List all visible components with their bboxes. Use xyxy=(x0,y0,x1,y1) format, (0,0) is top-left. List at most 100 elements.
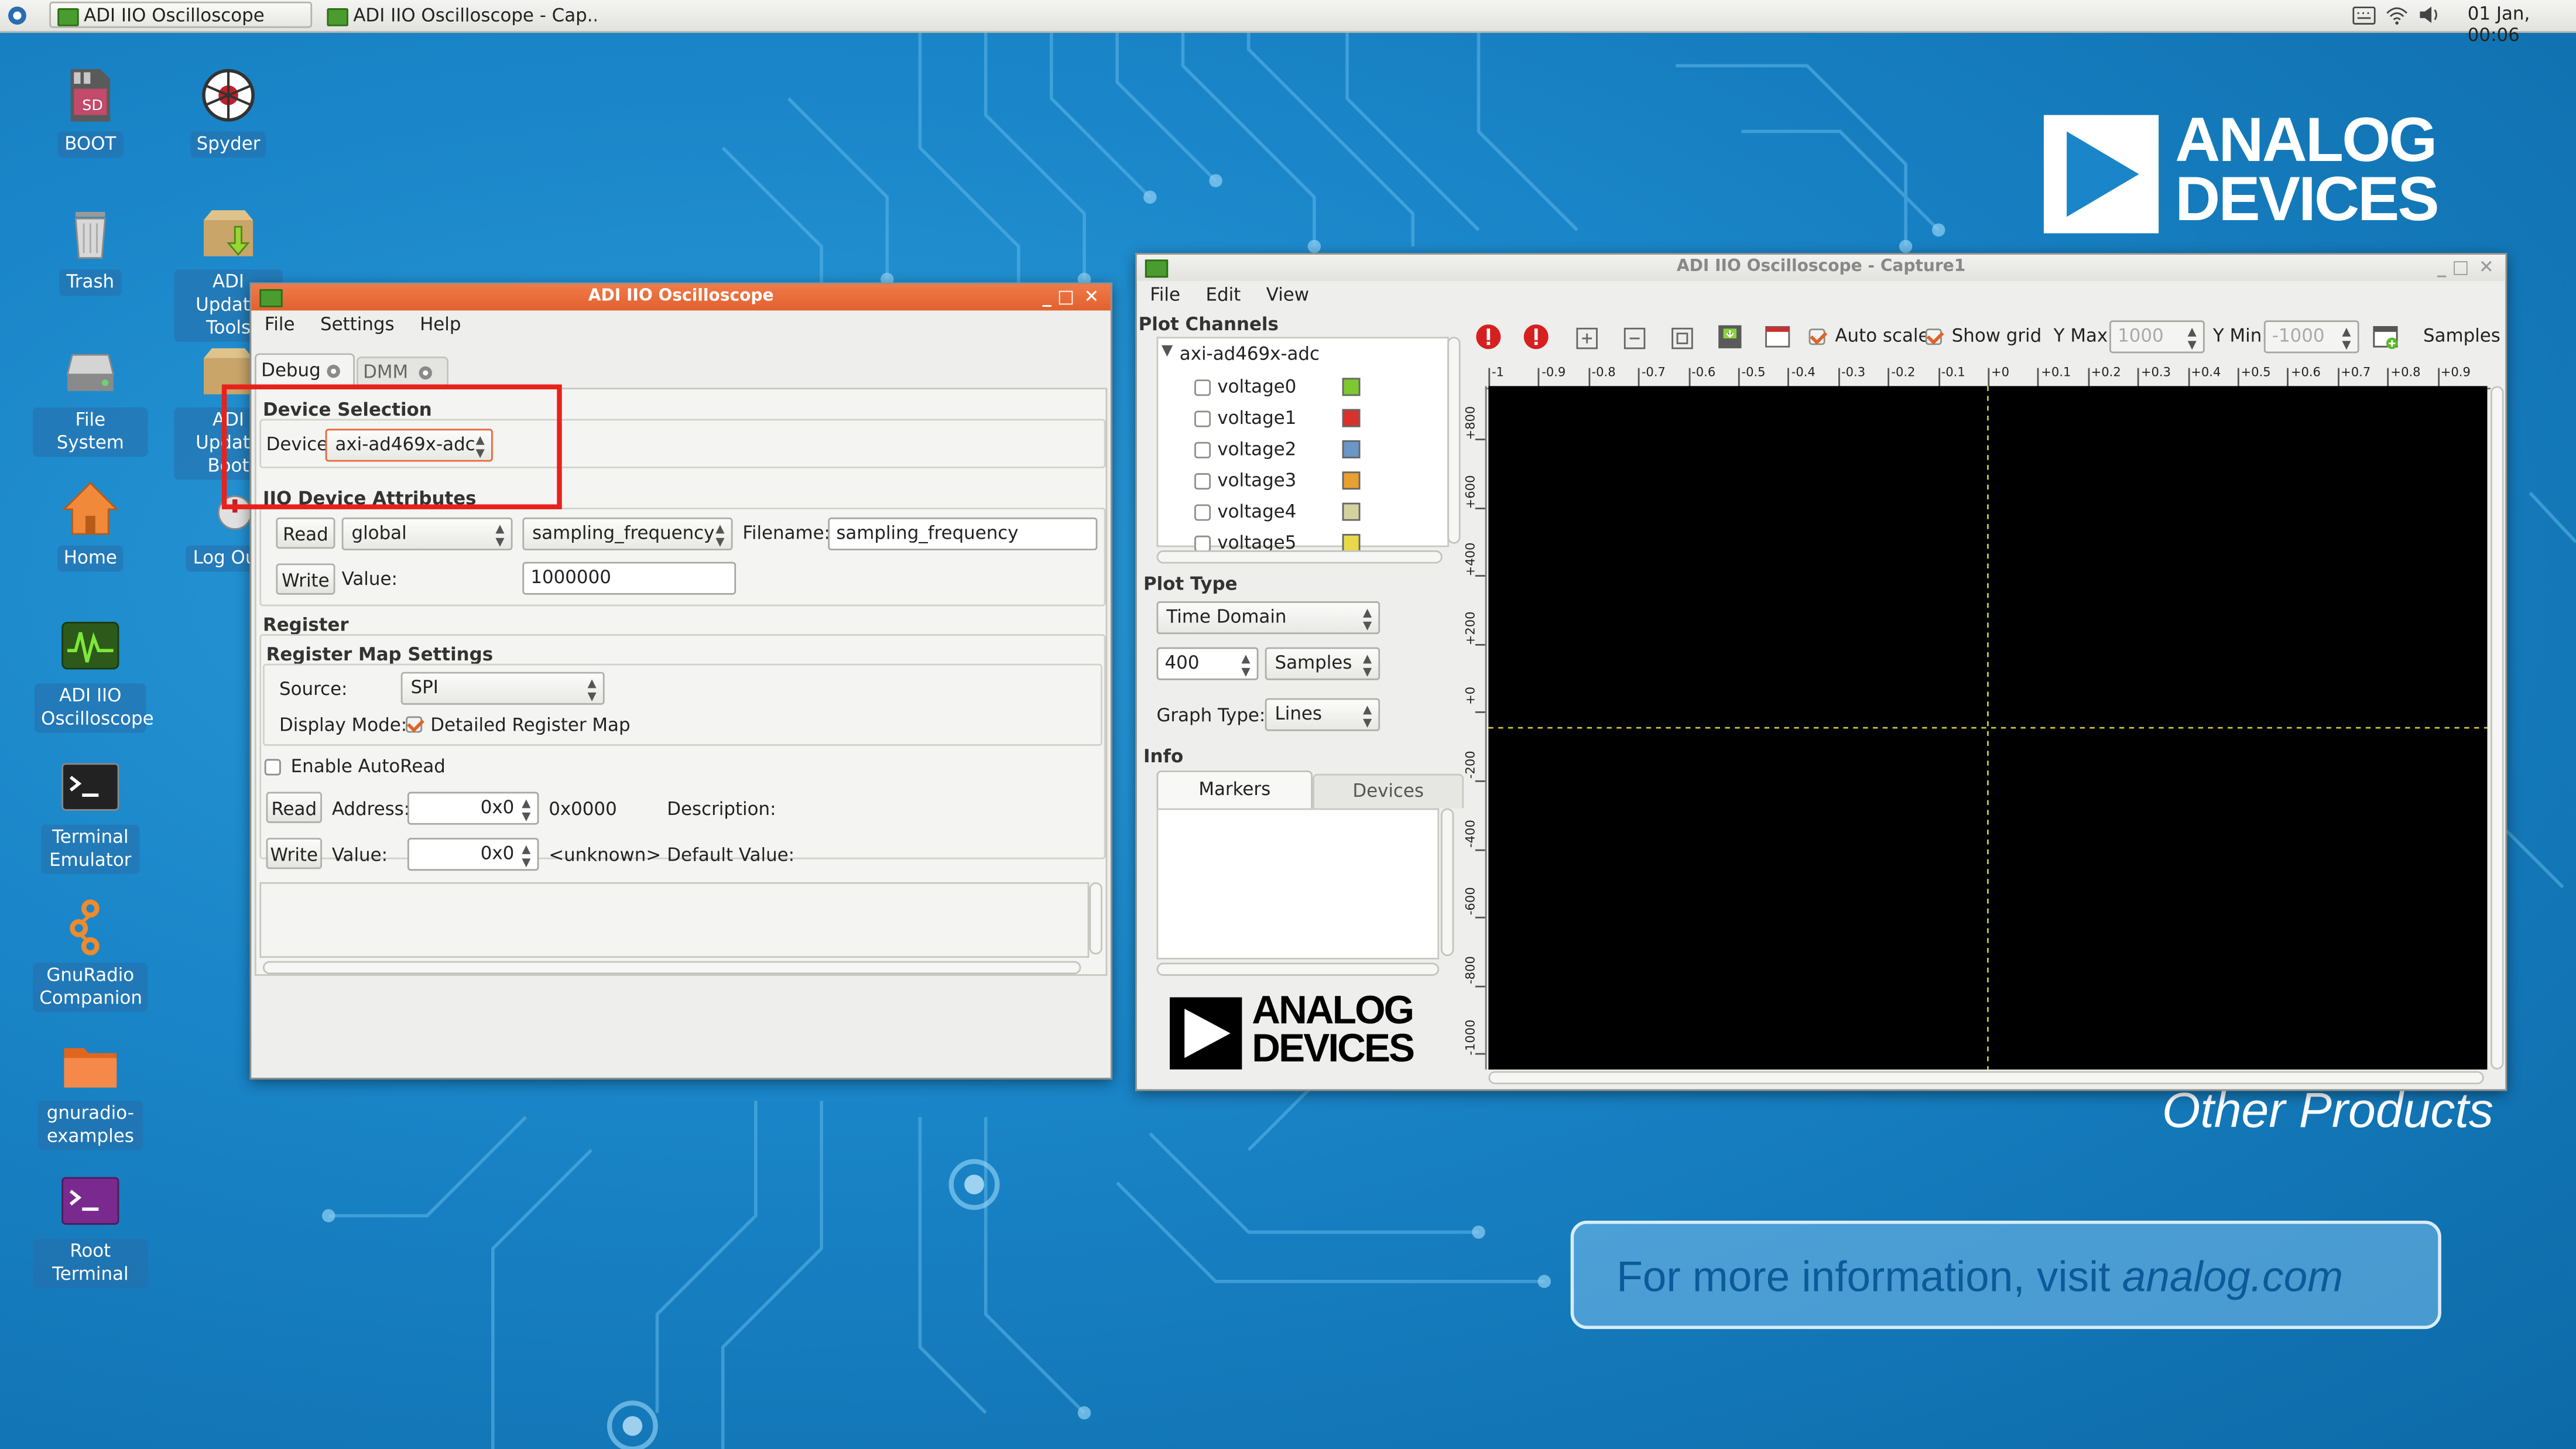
ymax-spinner[interactable]: 1000 ▲ ▼ xyxy=(2109,320,2205,354)
debug-window-titlebar[interactable]: ADI IIO Oscilloscope _ □ ✕ xyxy=(251,284,1111,311)
minimize-icon[interactable]: _ xyxy=(1042,284,1051,310)
network-icon[interactable] xyxy=(2385,5,2408,25)
analog-com-link[interactable]: analog.com xyxy=(2122,1252,2343,1301)
graph-type-combo[interactable]: Lines ▲ ▼ xyxy=(1265,698,1381,731)
capture-window-titlebar[interactable]: ADI IIO Oscilloscope - Capture1 _ □ ✕ xyxy=(1136,254,2506,281)
attr-value-label: Value: xyxy=(341,568,398,590)
taskbar-task-oscilloscope[interactable]: ADI IIO Oscilloscope xyxy=(49,1,313,28)
add-plot-icon[interactable] xyxy=(2372,324,2399,350)
menu-settings[interactable]: Settings xyxy=(320,314,395,335)
gnuradio-icon xyxy=(61,897,120,956)
channel-name: voltage0 xyxy=(1217,376,1297,398)
channel-checkbox[interactable] xyxy=(1194,473,1211,490)
info-header: Info xyxy=(1143,745,1184,768)
desktop-icon-trash[interactable]: Trash xyxy=(33,204,148,296)
desktop-icon-adi-iio-oscilloscope[interactable]: ADI IIO Oscilloscope xyxy=(33,618,154,733)
enable-autoread-checkbox[interactable] xyxy=(264,759,281,776)
taskbar-task-capture[interactable]: ADI IIO Oscilloscope - Cap... xyxy=(318,2,598,28)
plot-canvas[interactable] xyxy=(1488,386,2488,1070)
register-vertical-scrollbar[interactable] xyxy=(1089,882,1102,955)
fullscreen-icon[interactable] xyxy=(1765,324,1791,350)
channel-checkbox[interactable] xyxy=(1194,410,1211,427)
expander-icon[interactable]: ▼ xyxy=(1162,343,1173,359)
menu-help[interactable]: Help xyxy=(420,314,461,335)
desktop-icon-boot[interactable]: SD BOOT xyxy=(33,66,148,158)
menu-file[interactable]: File xyxy=(1150,284,1180,305)
save-capture-icon[interactable] xyxy=(1717,324,1743,350)
zoom-out-icon[interactable] xyxy=(1622,326,1648,352)
register-value-spinner[interactable]: 0x0 ▲ ▼ xyxy=(407,838,539,871)
menu-view[interactable]: View xyxy=(1266,284,1309,305)
channel-device-node[interactable]: axi-ad469x-adc xyxy=(1180,343,1320,364)
channel-row-voltage3[interactable]: voltage3 xyxy=(1158,468,1447,496)
samples-unit-combo[interactable]: Samples ▲ ▼ xyxy=(1265,647,1381,680)
zoom-in-icon[interactable] xyxy=(1574,326,1600,352)
channel-color-swatch[interactable] xyxy=(1342,409,1361,427)
register-value-label: Value: xyxy=(331,844,388,866)
close-icon[interactable]: ✕ xyxy=(1084,284,1099,310)
markers-vertical-scrollbar[interactable] xyxy=(1440,808,1454,957)
channel-row-voltage4[interactable]: voltage4 xyxy=(1158,499,1447,527)
desktop-icon-home[interactable]: Home xyxy=(33,479,148,572)
ymin-spinner[interactable]: -1000 ▲ ▼ xyxy=(2263,320,2359,354)
tab-markers[interactable]: Markers xyxy=(1156,770,1313,809)
detailed-register-map-checkbox[interactable] xyxy=(406,716,423,733)
channel-color-swatch[interactable] xyxy=(1342,471,1361,490)
channel-color-swatch[interactable] xyxy=(1342,533,1361,552)
desktop-icon-terminal-emulator[interactable]: Terminal Emulator xyxy=(33,759,148,874)
channel-checkbox[interactable] xyxy=(1194,504,1211,521)
menu-file[interactable]: File xyxy=(265,314,295,335)
close-icon[interactable]: ✕ xyxy=(2479,255,2494,281)
channel-checkbox[interactable] xyxy=(1194,535,1211,552)
maximize-icon[interactable]: □ xyxy=(1057,284,1074,310)
minimize-icon[interactable]: _ xyxy=(2437,255,2446,281)
keyboard-icon[interactable] xyxy=(2352,6,2376,25)
samples-spinner[interactable]: 400 ▲ ▼ xyxy=(1156,647,1259,680)
desktop-icon-file-system[interactable]: File System xyxy=(33,342,148,457)
volume-icon[interactable] xyxy=(2419,5,2441,25)
desktop-icon-root-terminal[interactable]: Root Terminal xyxy=(33,1173,148,1288)
markers-horizontal-scrollbar[interactable] xyxy=(1156,962,1440,976)
plot-vertical-scrollbar[interactable] xyxy=(2491,386,2504,1070)
desktop-icon-gnuradio-companion[interactable]: GnuRadio Companion xyxy=(33,897,148,1012)
detailed-register-map-label: Detailed Register Map xyxy=(430,714,631,737)
auto-scale-checkbox[interactable] xyxy=(1808,328,1825,345)
attr-read-button[interactable]: Read xyxy=(276,517,335,549)
channel-color-swatch[interactable] xyxy=(1342,378,1361,396)
menu-edit[interactable]: Edit xyxy=(1205,284,1241,305)
plot-type-header: Plot Type xyxy=(1143,573,1238,595)
attr-value-field[interactable]: 1000000 xyxy=(522,561,737,595)
channel-checkbox[interactable] xyxy=(1194,441,1211,458)
attr-write-button[interactable]: Write xyxy=(276,563,335,595)
address-spinner[interactable]: 0x0 ▲ ▼ xyxy=(407,792,539,825)
desktop-icon-spyder[interactable]: Spyder xyxy=(171,66,286,158)
maximize-icon[interactable]: □ xyxy=(2452,255,2469,281)
scope-combo[interactable]: global ▲ ▼ xyxy=(341,517,513,551)
app-menu-icon[interactable] xyxy=(6,5,28,26)
channel-row-voltage0[interactable]: voltage0 xyxy=(1158,375,1447,403)
zoom-fit-icon[interactable] xyxy=(1669,326,1695,352)
source-combo[interactable]: SPI ▲ ▼ xyxy=(400,672,605,705)
tab-devices[interactable]: Devices xyxy=(1313,773,1464,809)
plot-horizontal-scrollbar[interactable] xyxy=(1488,1071,2484,1085)
filename-field[interactable]: sampling_frequency xyxy=(828,517,1098,551)
single-capture-icon[interactable] xyxy=(1523,324,1549,350)
register-horizontal-scrollbar[interactable] xyxy=(262,961,1081,975)
stop-capture-icon[interactable] xyxy=(1475,324,1502,350)
channel-row-voltage1[interactable]: voltage1 xyxy=(1158,406,1447,434)
channel-color-swatch[interactable] xyxy=(1342,502,1361,521)
channel-name: voltage3 xyxy=(1217,470,1297,492)
desktop-icon-gnuradio-examples[interactable]: gnuradio-examples xyxy=(33,1035,148,1150)
channels-horizontal-scrollbar[interactable] xyxy=(1156,550,1443,564)
register-bits-area xyxy=(259,882,1090,958)
register-read-button[interactable]: Read xyxy=(266,792,322,823)
register-write-button[interactable]: Write xyxy=(266,838,322,869)
attribute-combo[interactable]: sampling_frequency ▲ ▼ xyxy=(522,517,733,551)
channel-row-voltage2[interactable]: voltage2 xyxy=(1158,437,1447,465)
show-grid-checkbox[interactable] xyxy=(1925,328,1942,345)
desktop: ADI IIO Oscilloscope ADI IIO Oscilloscop… xyxy=(0,0,2576,1449)
x-tick-label: +0.4 xyxy=(2191,364,2221,380)
channel-checkbox[interactable] xyxy=(1194,379,1211,396)
plot-type-combo[interactable]: Time Domain ▲ ▼ xyxy=(1156,601,1381,635)
channel-color-swatch[interactable] xyxy=(1342,440,1361,458)
